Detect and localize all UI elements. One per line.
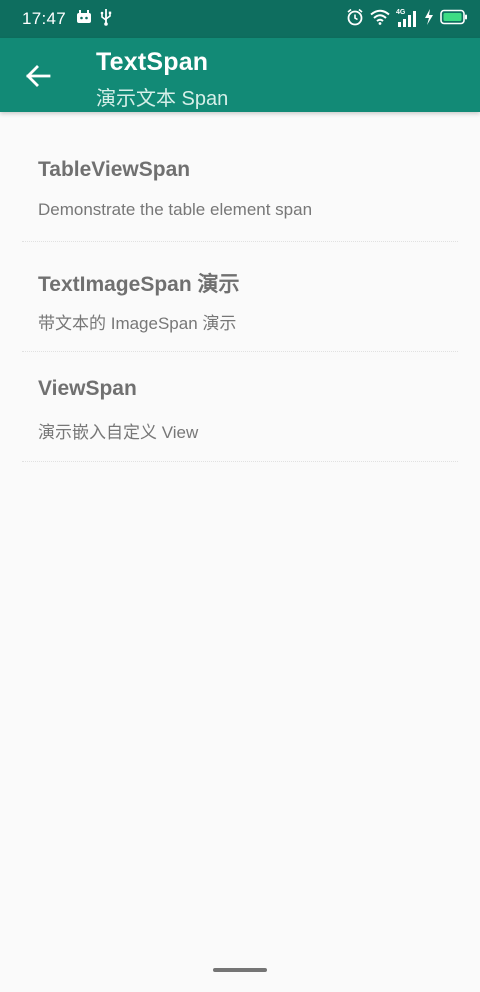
- home-indicator[interactable]: [213, 968, 267, 972]
- page-subtitle: 演示文本 Span: [96, 88, 229, 110]
- list-item-description: 带文本的 ImageSpan 演示: [38, 314, 237, 333]
- status-right-icons: 4G: [346, 8, 468, 31]
- list-item-description: Demonstrate the table element span: [38, 200, 313, 219]
- battery-icon: [440, 9, 468, 30]
- list-item-title: TextImageSpan 演示: [38, 273, 240, 296]
- screen: 17:47 4G TextSpan 演示文本 Span TableViewSpa…: [0, 0, 480, 992]
- charging-icon: [424, 8, 434, 30]
- arrow-back-icon: [26, 65, 51, 87]
- status-bar: 17:47 4G: [0, 0, 480, 38]
- list-item-title: TableViewSpan: [38, 158, 191, 181]
- signal-icon: 4G: [396, 9, 418, 28]
- back-button[interactable]: [18, 58, 58, 94]
- list-item-description: 演示嵌入自定义 View: [38, 423, 199, 442]
- app-bar: TextSpan 演示文本 Span: [0, 38, 480, 112]
- status-time: 17:47: [22, 9, 67, 28]
- list-item-title: ViewSpan: [38, 377, 137, 400]
- list-item-tableviewspan[interactable]: TableViewSpan Demonstrate the table elem…: [22, 112, 458, 242]
- demo-list: TableViewSpan Demonstrate the table elem…: [22, 112, 458, 462]
- status-left-icons: [76, 8, 112, 31]
- usb-icon: [100, 8, 112, 31]
- page-title: TextSpan: [96, 48, 209, 76]
- list-item-viewspan[interactable]: ViewSpan 演示嵌入自定义 View: [22, 352, 458, 462]
- wifi-icon: [370, 9, 390, 30]
- list-item-textimagespan[interactable]: TextImageSpan 演示 带文本的 ImageSpan 演示: [22, 242, 458, 352]
- notification-icon: [76, 9, 92, 29]
- alarm-icon: [346, 8, 364, 31]
